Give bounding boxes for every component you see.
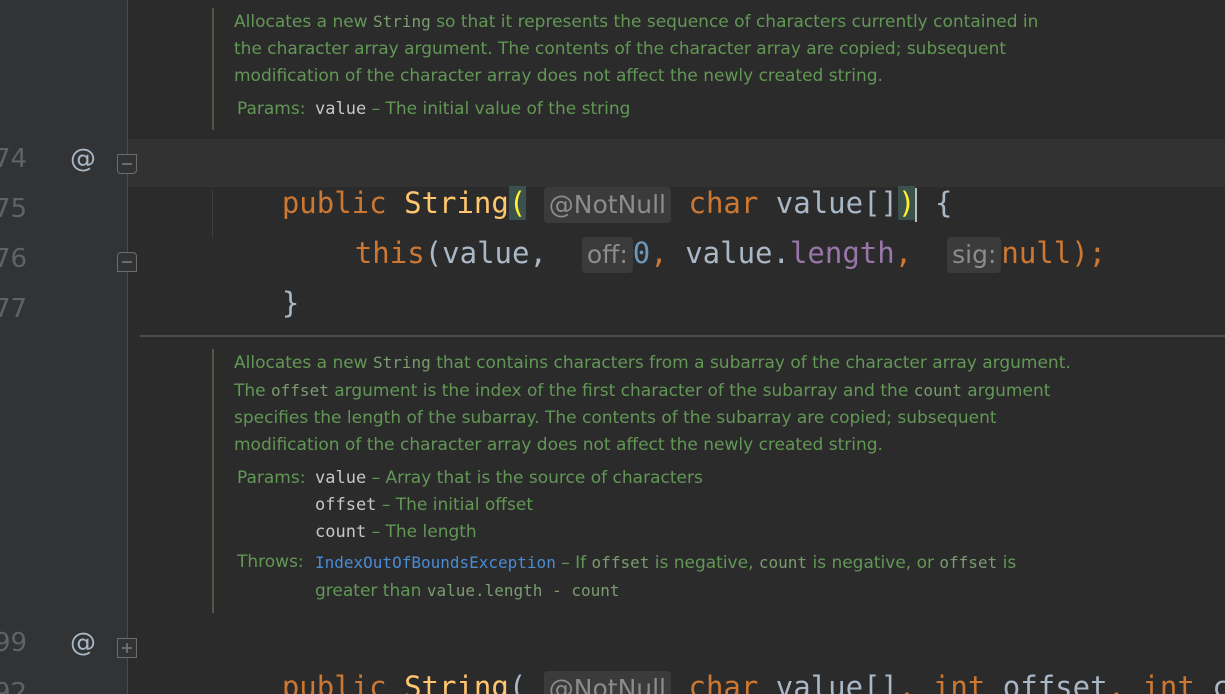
method-separator [140, 335, 1225, 337]
gutter-divider [127, 0, 128, 694]
code-editor[interactable]: Allocates a new String so that it repres… [0, 0, 1225, 694]
javadoc-rendered-2: Allocates a new String that contains cha… [212, 349, 1071, 613]
line-number: 76 [0, 244, 28, 274]
code-line-75[interactable]: this(value, off: 0, value.length, sig: nul… [285, 193, 1106, 273]
implements-icon[interactable]: @ [70, 144, 96, 174]
doc-params: Params: value – The initial value of the… [237, 99, 631, 119]
inlay-hint-notnull[interactable]: @NotNull [543, 671, 672, 694]
fold-expand-icon[interactable] [117, 638, 137, 658]
doc-throws: Throws: IndexOutOfBoundsException – If o… [237, 552, 1017, 601]
implements-icon[interactable]: @ [70, 628, 96, 658]
exception-link[interactable]: IndexOutOfBoundsException [315, 553, 556, 572]
code-line-99[interactable]: public String( @NotNull char value[], in… [212, 627, 1225, 694]
inlay-hint-sig[interactable]: sig: [947, 237, 1002, 273]
inlay-hint-off[interactable]: off: [581, 237, 633, 273]
line-number: 92 [0, 678, 28, 694]
javadoc-rendered-1: Allocates a new String so that it repres… [212, 8, 1038, 130]
doc-params: Params: value – Array that is the source… [237, 468, 703, 542]
line-number: 74 [0, 144, 28, 174]
gutter [0, 0, 128, 694]
fold-end-icon[interactable] [117, 252, 137, 272]
code-line-74[interactable]: public String( @NotNull char value[]) { [212, 143, 952, 223]
indent-guide [212, 190, 213, 238]
code-line-76[interactable]: } [212, 243, 299, 320]
fold-collapse-icon[interactable] [117, 154, 137, 174]
line-number: 77 [0, 294, 28, 324]
line-number: 75 [0, 194, 28, 224]
line-number: 99 [0, 628, 28, 658]
